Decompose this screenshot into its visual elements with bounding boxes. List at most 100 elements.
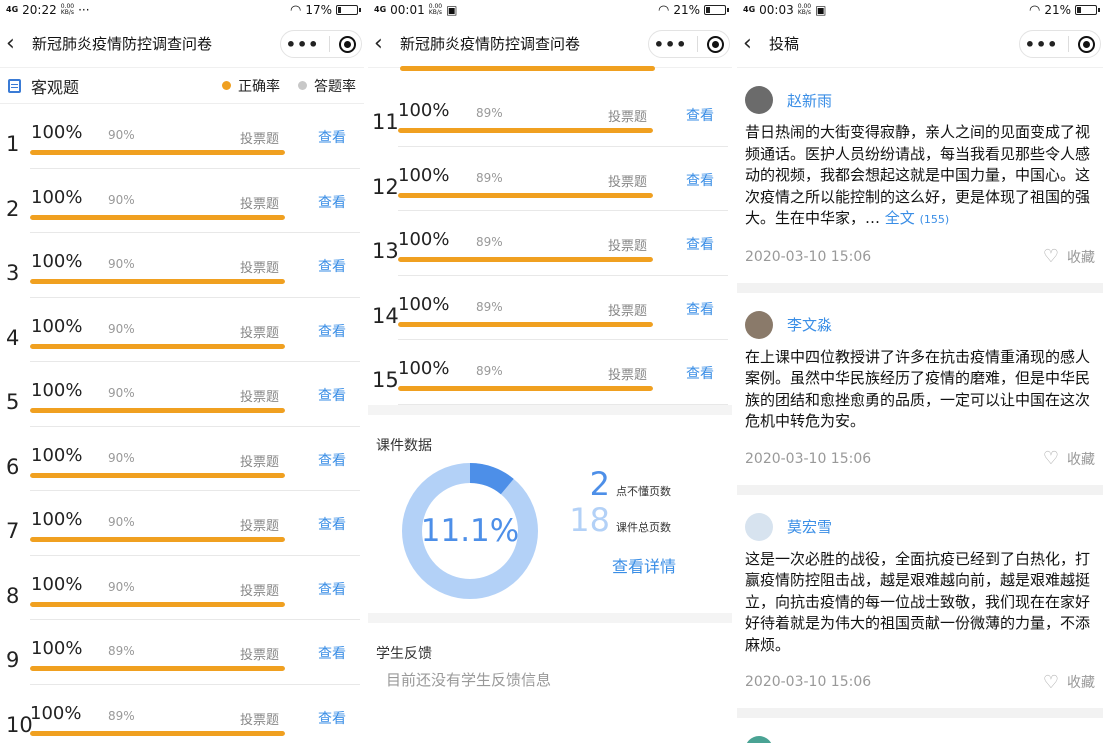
view-question-button[interactable]: 查看 — [318, 708, 346, 728]
correct-rate-fill — [398, 128, 653, 133]
question-type: 投票题 — [240, 261, 280, 276]
question-number: 8 — [6, 583, 20, 608]
correct-rate-fill — [398, 321, 653, 327]
view-question-button[interactable]: 查看 — [318, 256, 346, 276]
answer-rate: 90% — [108, 386, 135, 400]
question-number: 12 — [372, 174, 399, 199]
heart-icon: ♡ — [1042, 671, 1059, 693]
view-question-button[interactable]: 查看 — [318, 385, 346, 405]
view-question-button[interactable]: 查看 — [318, 514, 346, 534]
view-question-button[interactable]: 查看 — [686, 234, 714, 254]
close-miniprogram-icon[interactable] — [339, 35, 357, 53]
net-speed: 0.00 KB/s — [428, 3, 443, 16]
view-question-button[interactable]: 查看 — [318, 321, 346, 341]
correct-rate-fill — [30, 343, 285, 349]
favorite-button[interactable]: ♡ 收藏 — [1043, 246, 1095, 267]
answer-rate: 89% — [476, 170, 503, 185]
question-type: 投票题 — [608, 239, 648, 254]
full-text-link[interactable]: 全文 — [885, 209, 915, 227]
correct-rate: 100% — [398, 229, 450, 250]
question-row: 15 100% 89% 投票题 查看 — [368, 340, 732, 405]
avatar[interactable] — [745, 736, 773, 743]
favorite-button[interactable]: ♡ 收藏 — [1043, 448, 1095, 469]
more-icon[interactable]: ••• — [654, 35, 688, 54]
view-question-button[interactable]: 查看 — [318, 643, 346, 663]
correct-rate-fill — [398, 257, 653, 262]
net-speed: 0.00 KB/s — [60, 3, 75, 16]
view-question-button[interactable]: 查看 — [318, 192, 346, 212]
more-icon[interactable]: ••• — [1025, 35, 1059, 54]
battery-percent: 17% — [305, 3, 332, 17]
author-name[interactable]: 莫宏雪 — [787, 516, 832, 537]
author-name[interactable]: 李文淼 — [787, 314, 832, 335]
view-question-button[interactable]: 查看 — [318, 450, 346, 470]
answer-rate: 89% — [476, 235, 503, 249]
question-type: 投票题 — [608, 368, 648, 383]
question-number: 9 — [6, 648, 20, 672]
post-body: 昔日热闹的大街变得寂静，亲人之间的见面变成了视频通话。医护人员纷纷请战，每当我看… — [745, 123, 1091, 227]
progress-bar-partial — [400, 66, 655, 71]
question-row: 9 100% 89% 投票题 查看 — [0, 620, 364, 685]
view-question-button[interactable]: 查看 — [686, 299, 714, 319]
legend-answered: 答题率 — [298, 76, 356, 96]
view-question-button[interactable]: 查看 — [686, 105, 714, 125]
question-type: 投票题 — [608, 174, 648, 190]
question-number: 14 — [372, 303, 399, 328]
favorite-button[interactable]: ♡ 收藏 — [1043, 672, 1095, 693]
post-card: 赵新雨昔日热闹的大街变得寂静，亲人之间的见面变成了视频通话。医护人员纷纷请战，每… — [737, 68, 1103, 293]
question-row: 1 100% 90% 投票题 查看 — [0, 104, 364, 169]
answer-rate: 89% — [476, 299, 503, 314]
miniprogram-capsule: ••• — [280, 30, 362, 58]
battery-percent: 21% — [673, 3, 700, 17]
avatar[interactable] — [745, 86, 773, 114]
question-number: 1 — [6, 132, 20, 156]
question-list: 1 100% 90% 投票题 查看 2 100% 90% 投票题 查看 3 100% 90% 投票题 查看 4… — [0, 104, 364, 743]
view-question-button[interactable]: 查看 — [318, 579, 346, 599]
correct-rate-fill — [30, 601, 285, 607]
view-question-button[interactable]: 查看 — [318, 127, 346, 147]
confused-pages-label: 点不懂页数 — [616, 484, 671, 498]
view-question-button[interactable]: 查看 — [686, 170, 714, 190]
close-miniprogram-icon[interactable] — [1078, 35, 1096, 53]
back-icon[interactable]: ‹ — [374, 31, 396, 56]
char-count: (155) — [919, 213, 950, 226]
miniprogram-capsule: ••• — [1019, 30, 1101, 58]
view-details-link[interactable]: 查看详情 — [612, 553, 676, 577]
wifi-icon: ◠ — [657, 2, 670, 18]
answer-rate: 89% — [108, 644, 135, 658]
author-name[interactable]: 赵新雨 — [787, 90, 832, 111]
correct-rate-fill — [30, 214, 285, 220]
question-type: 投票题 — [608, 110, 648, 125]
author-name[interactable]: 孙豪泽 — [787, 740, 832, 743]
nav-bar: ‹ 新冠肺炎疫情防控调查问卷 ••• — [368, 20, 732, 68]
battery-icon — [704, 5, 729, 15]
correct-rate: 100% — [31, 380, 83, 401]
correct-rate: 100% — [31, 122, 83, 143]
back-icon[interactable]: ‹ — [6, 31, 28, 56]
document-icon — [8, 78, 21, 93]
question-number: 2 — [6, 196, 20, 221]
confused-pages-stat: 2 点不懂页数 — [566, 465, 671, 503]
signal-icon: 4G — [374, 5, 387, 14]
correct-rate-bar — [30, 214, 285, 220]
question-row: 10 100% 89% 投票题 查看 — [0, 685, 364, 743]
question-number: 6 — [6, 454, 20, 479]
nav-bar: ‹ 投稿 ••• — [737, 20, 1103, 68]
screen-submissions: 4G 00:03 0.00 KB/s ▣ ◠ 21% ‹ 投稿 ••• 赵新雨昔日… — [737, 0, 1103, 743]
more-icon[interactable]: ••• — [286, 35, 320, 54]
back-icon[interactable]: ‹ — [743, 31, 765, 56]
view-question-button[interactable]: 查看 — [686, 363, 714, 383]
question-row: 7 100% 90% 投票题 查看 — [0, 491, 364, 556]
question-row: 3 100% 90% 投票题 查看 — [0, 233, 364, 298]
question-type: 投票题 — [240, 648, 280, 663]
post-body: 在上课中四位教授讲了许多在抗击疫情重涌现的感人案例。虽然中华民族经历了疫情的磨难… — [745, 347, 1091, 431]
avatar[interactable] — [745, 310, 773, 339]
post-footer: 2020-03-10 15:06 ♡ 收藏 — [745, 670, 1095, 694]
wifi-icon: ◠ — [1028, 2, 1041, 18]
close-miniprogram-icon[interactable] — [707, 35, 725, 53]
status-bar: 4G 00:03 0.00 KB/s ▣ ◠ 21% — [737, 0, 1103, 20]
avatar[interactable] — [745, 512, 773, 541]
correct-rate-fill — [30, 150, 285, 155]
correct-rate-fill — [30, 537, 285, 542]
question-number: 10 — [6, 712, 33, 737]
